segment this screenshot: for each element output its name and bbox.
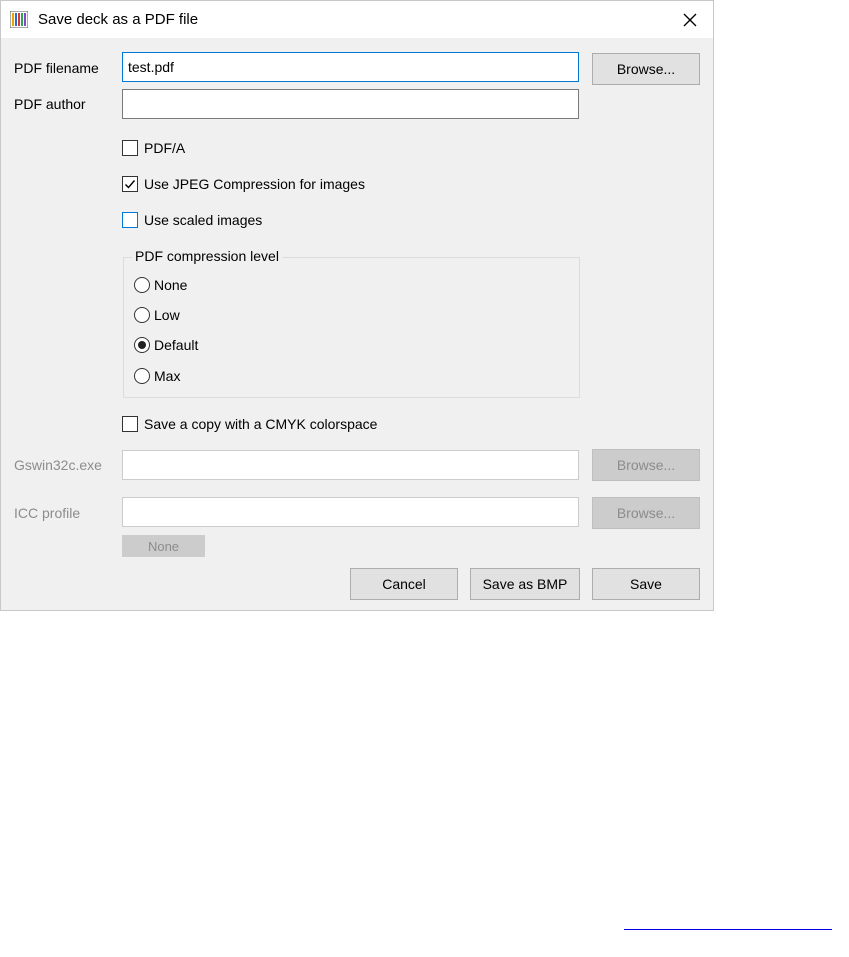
icc-profile-input[interactable] (122, 497, 579, 527)
compression-group-title: PDF compression level (132, 248, 282, 264)
pdf-filename-label: PDF filename (14, 60, 99, 76)
close-icon (683, 13, 697, 26)
icc-profile-none-button[interactable]: None (122, 535, 205, 557)
cmyk-label: Save a copy with a CMYK colorspace (144, 416, 378, 432)
radio-low-label: Low (154, 307, 180, 323)
radio-default[interactable] (134, 337, 150, 353)
pdf-filename-input[interactable] (122, 52, 579, 82)
compression-option-default[interactable]: Default (134, 337, 198, 353)
compression-option-max[interactable]: Max (134, 368, 180, 384)
scaled-images-label: Use scaled images (144, 212, 263, 228)
pdf-author-input[interactable] (122, 89, 579, 119)
compression-option-none[interactable]: None (134, 277, 187, 293)
jpeg-checkbox[interactable] (122, 176, 138, 192)
pdfa-checkbox[interactable] (122, 140, 138, 156)
radio-none[interactable] (134, 277, 150, 293)
save-button[interactable]: Save (592, 568, 700, 600)
title-bar[interactable]: Save deck as a PDF file (1, 1, 713, 38)
pdf-filename-browse-button[interactable]: Browse... (592, 53, 700, 85)
scaled-images-checkbox-row[interactable]: Use scaled images (122, 212, 262, 228)
save-pdf-dialog: Save deck as a PDF file PDF filename Bro… (0, 0, 714, 611)
compression-groupbox (123, 257, 580, 398)
pdf-author-label: PDF author (14, 96, 86, 112)
save-as-bmp-button[interactable]: Save as BMP (470, 568, 580, 600)
icc-profile-label: ICC profile (14, 505, 81, 521)
jpeg-label: Use JPEG Compression for images (144, 176, 365, 192)
compression-option-low[interactable]: Low (134, 307, 180, 323)
cancel-button[interactable]: Cancel (350, 568, 458, 600)
radio-default-label: Default (154, 337, 199, 353)
radio-low[interactable] (134, 307, 150, 323)
jpeg-checkbox-row[interactable]: Use JPEG Compression for images (122, 176, 365, 192)
scaled-images-checkbox[interactable] (122, 212, 138, 228)
icc-profile-browse-button[interactable]: Browse... (592, 497, 700, 529)
pdfa-label: PDF/A (144, 140, 186, 156)
link-underline[interactable] (624, 929, 832, 930)
radio-selected-dot (138, 341, 146, 349)
radio-max[interactable] (134, 368, 150, 384)
radio-none-label: None (154, 277, 188, 293)
gswin-input[interactable] (122, 450, 579, 480)
pdfa-checkbox-row[interactable]: PDF/A (122, 140, 185, 156)
radio-max-label: Max (154, 368, 181, 384)
window-title: Save deck as a PDF file (38, 11, 199, 28)
close-button[interactable] (667, 1, 713, 38)
cmyk-checkbox[interactable] (122, 416, 138, 432)
gswin-label: Gswin32c.exe (14, 457, 102, 473)
cmyk-checkbox-row[interactable]: Save a copy with a CMYK colorspace (122, 416, 377, 432)
app-icon (10, 11, 28, 28)
gswin-browse-button[interactable]: Browse... (592, 449, 700, 481)
checkmark-icon (125, 180, 136, 189)
